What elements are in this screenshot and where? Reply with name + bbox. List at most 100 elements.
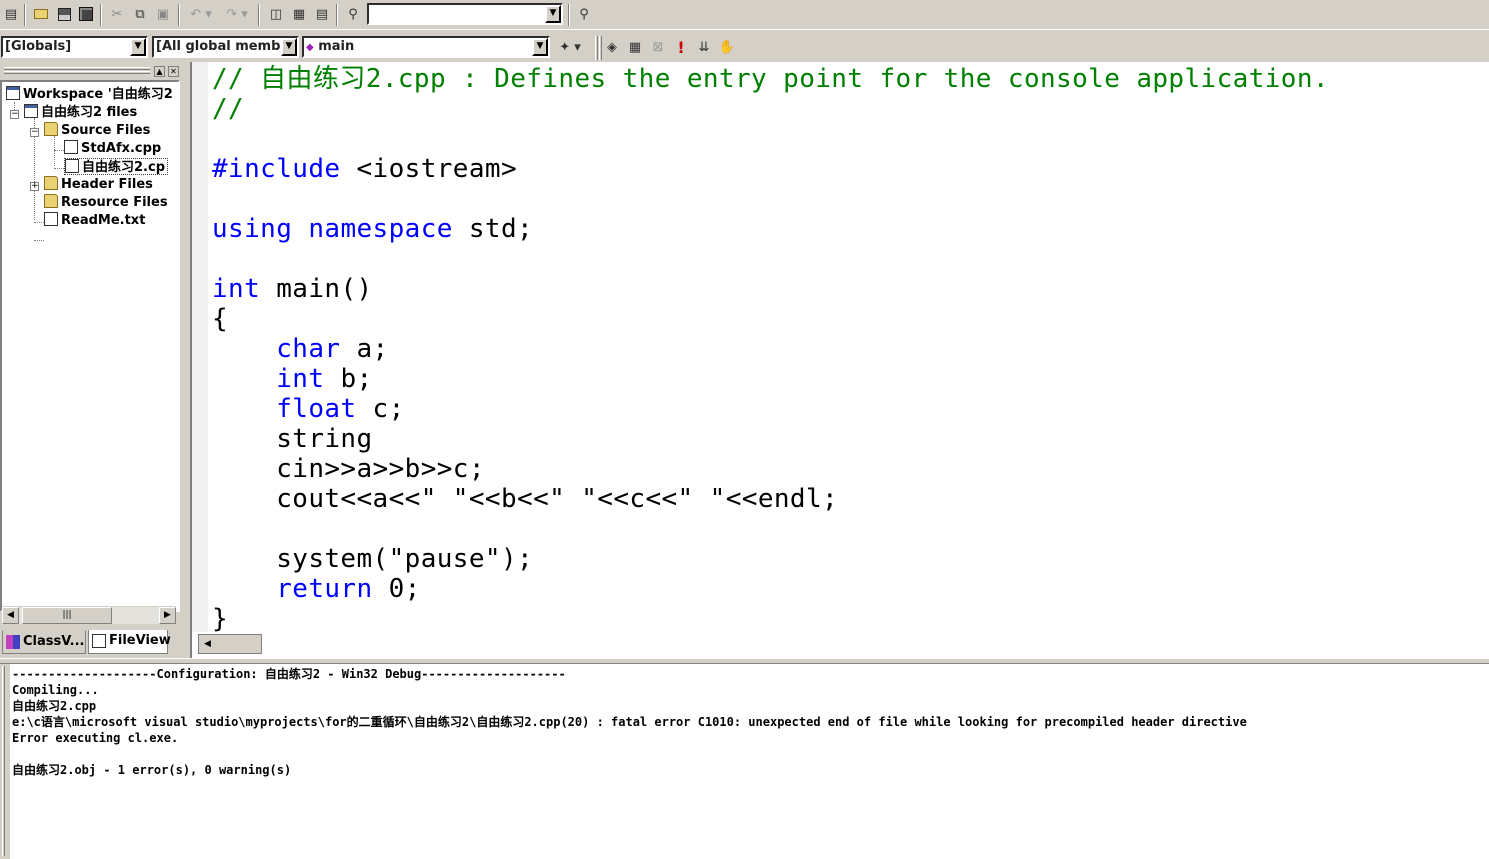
code-editor[interactable]: // 自由练习2.cpp : Defines the entry point f… xyxy=(190,62,1489,658)
wizard-action-icon[interactable]: ✦ ▾ xyxy=(554,38,586,56)
tree-item-project[interactable]: 自由练习2 files xyxy=(24,104,137,121)
window-list-icon[interactable]: ▤ xyxy=(313,5,331,23)
code-line[interactable]: { xyxy=(212,304,1482,334)
scroll-left-icon[interactable]: ◀ xyxy=(204,639,211,649)
tree-item-source-files[interactable]: Source Files xyxy=(44,122,150,139)
tab-classview[interactable]: ClassV... xyxy=(2,630,86,654)
code-line[interactable]: using namespace std; xyxy=(212,214,1482,244)
code-line[interactable]: int main() xyxy=(212,274,1482,304)
output-icon[interactable]: ▦ xyxy=(290,5,308,23)
code-line[interactable]: return 0; xyxy=(212,574,1482,604)
copy-icon[interactable]: ⧉ xyxy=(131,5,149,23)
tree-horizontal-scrollbar[interactable]: ◀ ||| ▶ xyxy=(2,606,176,624)
tree-item-header-files[interactable]: Header Files xyxy=(44,176,153,193)
save-all-icon[interactable] xyxy=(77,5,95,23)
breakpoint-icon[interactable]: ✋ xyxy=(718,38,736,56)
code-line[interactable]: // xyxy=(212,94,1482,124)
expand-icon[interactable]: + xyxy=(30,182,39,191)
code-line[interactable]: char a; xyxy=(212,334,1482,364)
code-line[interactable] xyxy=(212,124,1482,154)
scroll-right-icon[interactable]: ▶ xyxy=(159,607,176,624)
chevron-down-icon[interactable]: ▼ xyxy=(545,5,561,23)
output-grip[interactable] xyxy=(2,666,5,856)
function-combo-value: main xyxy=(318,39,355,54)
chevron-down-icon[interactable]: ▼ xyxy=(532,38,548,56)
code-line[interactable]: int b; xyxy=(212,364,1482,394)
tree-item-readme[interactable]: ReadMe.txt xyxy=(44,212,145,229)
scope-combo[interactable]: [Globals] ▼ xyxy=(1,36,148,58)
code-line[interactable] xyxy=(212,184,1482,214)
folder-icon xyxy=(44,176,58,190)
scroll-left-icon[interactable]: ◀ xyxy=(2,607,19,624)
workspace-icon[interactable]: ◫ xyxy=(267,5,285,23)
build-output: --------------------Configuration: 自由练习2… xyxy=(12,666,1247,778)
output-line: Error executing cl.exe. xyxy=(12,731,179,745)
scroll-thumb[interactable]: ||| xyxy=(22,607,112,624)
file-tree[interactable]: − − + Workspace '自由练习2 自由练习2 files Sourc… xyxy=(0,80,180,612)
tree-item-main-cpp[interactable]: 自由练习2.cp xyxy=(64,158,168,175)
code-line[interactable] xyxy=(212,514,1482,544)
output-line: Compiling... xyxy=(12,683,99,697)
go-icon[interactable]: ⇊ xyxy=(695,38,713,56)
code-line[interactable]: cout<<a<<" "<<b<<" "<<c<<" "<<endl; xyxy=(212,484,1482,514)
open-folder-icon[interactable] xyxy=(32,5,50,23)
selection-margin[interactable] xyxy=(192,62,208,632)
chevron-down-icon[interactable]: ▼ xyxy=(130,38,146,56)
redo-icon[interactable]: ↷ ▾ xyxy=(222,5,252,23)
standard-toolbar: ▤ ✂ ⧉ ▣ ↶ ▾ ↷ ▾ ◫ ▦ ▤ ⚲ ▼ ⚲ xyxy=(0,0,1489,30)
code-line[interactable]: cin>>a>>b>>c; xyxy=(212,454,1482,484)
new-text-file-icon[interactable]: ▤ xyxy=(2,5,20,23)
close-icon[interactable]: ✕ xyxy=(168,66,179,77)
tab-fileview[interactable]: FileView xyxy=(88,630,171,654)
tree-connector xyxy=(34,222,44,223)
code-line[interactable]: } xyxy=(212,604,1482,632)
toolbar-grip[interactable] xyxy=(595,36,598,60)
code-line[interactable]: system("pause"); xyxy=(212,544,1482,574)
editor-horizontal-scrollbar[interactable]: ◀ xyxy=(198,634,262,654)
cut-icon[interactable]: ✂ xyxy=(108,5,126,23)
paste-icon[interactable]: ▣ xyxy=(154,5,172,23)
find-in-files-icon[interactable]: ⚲ xyxy=(344,5,362,23)
stop-build-icon[interactable]: ⊠ xyxy=(649,38,667,56)
build-icon[interactable]: ▦ xyxy=(626,38,644,56)
workspace-title-bar[interactable]: ▲ ✕ xyxy=(2,64,182,78)
text-file-icon xyxy=(44,212,58,226)
members-combo[interactable]: [All global member ▼ xyxy=(152,36,299,58)
grip-line xyxy=(4,71,150,74)
output-line: 自由练习2.obj - 1 error(s), 0 warning(s) xyxy=(12,763,292,777)
tree-item-label: StdAfx.cpp xyxy=(81,141,162,156)
find-icon[interactable]: ⚲ xyxy=(575,5,593,23)
save-icon[interactable] xyxy=(55,5,73,23)
tree-item-label: Header Files xyxy=(61,177,153,192)
file-icon xyxy=(65,159,79,173)
output-panel[interactable]: --------------------Configuration: 自由练习2… xyxy=(0,664,1489,859)
maximize-icon[interactable]: ▲ xyxy=(154,66,165,77)
tab-label: FileView xyxy=(109,633,171,648)
members-combo-value: [All global member xyxy=(156,39,296,54)
tree-item-label: Resource Files xyxy=(61,195,168,210)
code-line[interactable] xyxy=(212,244,1482,274)
code-text[interactable]: // 自由练习2.cpp : Defines the entry point f… xyxy=(212,62,1482,632)
code-line[interactable]: // 自由练习2.cpp : Defines the entry point f… xyxy=(212,64,1482,94)
tree-item-workspace[interactable]: Workspace '自由练习2 xyxy=(6,86,173,103)
chevron-down-icon[interactable]: ▼ xyxy=(281,38,297,56)
find-combo[interactable]: ▼ xyxy=(367,3,563,25)
tree-item-label: ReadMe.txt xyxy=(61,213,146,228)
code-line[interactable]: float c; xyxy=(212,394,1482,424)
toolbar-grip[interactable] xyxy=(599,36,602,60)
undo-icon[interactable]: ↶ ▾ xyxy=(186,5,216,23)
tree-connector xyxy=(34,240,44,241)
collapse-icon[interactable]: − xyxy=(10,110,19,119)
collapse-icon[interactable]: − xyxy=(30,128,39,137)
tree-connector xyxy=(54,168,64,169)
tree-item-resource-files[interactable]: Resource Files xyxy=(44,194,168,211)
compile-icon[interactable]: ◈ xyxy=(603,38,621,56)
tree-item-label: 自由练习2 files xyxy=(41,105,138,120)
tree-item-stdafx[interactable]: StdAfx.cpp xyxy=(64,140,161,157)
project-icon xyxy=(24,104,38,118)
code-line[interactable]: #include <iostream> xyxy=(212,154,1482,184)
execute-icon[interactable]: ! xyxy=(672,38,690,57)
code-line[interactable]: string xyxy=(212,424,1482,454)
function-combo[interactable]: ◆ main ▼ xyxy=(302,36,550,58)
